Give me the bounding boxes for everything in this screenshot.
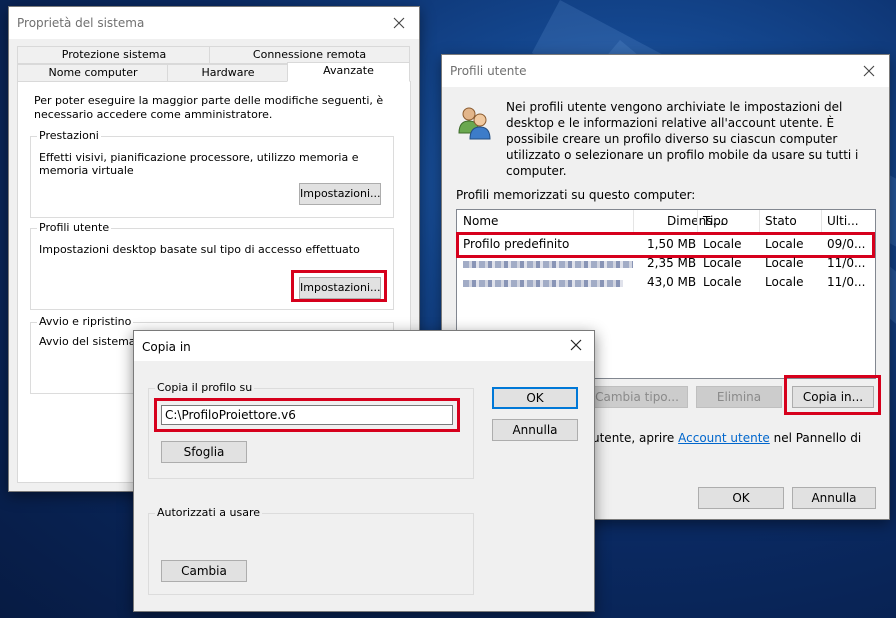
users-icon xyxy=(456,105,492,141)
row-size: 2,35 MB xyxy=(647,256,697,270)
startup-label: Avvio e ripristino xyxy=(37,315,134,328)
column-last-modified[interactable]: Ulti... xyxy=(827,214,859,228)
close-icon[interactable] xyxy=(389,13,409,33)
account-link[interactable]: Account utente xyxy=(678,431,770,445)
tab-hardware[interactable]: Hardware xyxy=(167,64,289,82)
cancel-button[interactable]: Annulla xyxy=(792,487,876,509)
admin-intro-text: Per poter eseguire la maggior parte dell… xyxy=(34,94,384,121)
profiles-list-label: Profili memorizzati su questo computer: xyxy=(456,188,696,202)
tab-computer-name[interactable]: Nome computer xyxy=(17,64,169,82)
cancel-button[interactable]: Annulla xyxy=(492,419,578,441)
tab-system-protection[interactable]: Protezione sistema xyxy=(17,46,211,64)
permitted-users-group: Autorizzati a usare Cambia xyxy=(148,506,474,595)
column-divider xyxy=(759,210,760,232)
user-profiles-label: Profili utente xyxy=(37,221,112,234)
copy-profile-group: Copia il profilo su Sfoglia xyxy=(148,381,474,479)
list-header: Nome Dimens... Tipo Stato Ulti... xyxy=(457,210,875,233)
browse-button[interactable]: Sfoglia xyxy=(161,441,247,463)
column-type[interactable]: Tipo xyxy=(703,214,728,228)
row-size: 43,0 MB xyxy=(647,275,697,289)
profiles-description: Nei profili utente vengono archiviate le… xyxy=(506,100,859,178)
copy-to-window: Copia in Copia il profilo su Sfoglia Aut… xyxy=(133,330,595,612)
table-row[interactable]: 43,0 MB Locale Locale 11/0... xyxy=(457,273,875,292)
row-type: Locale xyxy=(703,256,742,270)
column-status[interactable]: Stato xyxy=(765,214,797,228)
user-profiles-titlebar: Profili utente xyxy=(442,55,889,87)
window-title: Proprietà del sistema xyxy=(17,16,145,30)
column-name[interactable]: Nome xyxy=(463,214,498,228)
highlight-box xyxy=(784,375,881,415)
account-info-text: utente, aprire Account utente nel Pannel… xyxy=(592,431,862,445)
row-status: Locale xyxy=(765,275,804,289)
close-icon[interactable] xyxy=(566,335,586,355)
window-title: Copia in xyxy=(142,340,191,354)
performance-label: Prestazioni xyxy=(37,129,101,142)
performance-settings-button[interactable]: Impostazioni... xyxy=(299,183,381,205)
table-row[interactable]: 2,35 MB Locale Locale 11/0... xyxy=(457,254,875,273)
tab-advanced[interactable]: Avanzate xyxy=(287,62,410,82)
window-title: Profili utente xyxy=(450,64,527,78)
performance-text: Effetti visivi, pianificazione processor… xyxy=(39,151,359,177)
highlight-box xyxy=(291,270,387,302)
copy-to-titlebar: Copia in xyxy=(134,331,594,361)
column-divider xyxy=(697,210,698,232)
row-last: 11/0... xyxy=(827,256,866,270)
close-icon[interactable] xyxy=(859,61,879,81)
copy-profile-label: Copia il profilo su xyxy=(155,381,255,394)
row-type: Locale xyxy=(703,275,742,289)
row-status: Locale xyxy=(765,256,804,270)
row-last: 11/0... xyxy=(827,275,866,289)
user-profiles-group: Profili utente Impostazioni desktop basa… xyxy=(30,221,394,310)
column-divider xyxy=(821,210,822,232)
performance-group: Prestazioni Effetti visivi, pianificazio… xyxy=(30,129,394,218)
delete-button[interactable]: Elimina xyxy=(696,386,782,408)
change-button[interactable]: Cambia xyxy=(161,560,247,582)
user-profiles-text: Impostazioni desktop basate sul tipo di … xyxy=(39,243,360,256)
highlight-box xyxy=(154,398,460,432)
row-name-blurred xyxy=(463,256,633,271)
row-name-blurred xyxy=(463,275,623,290)
ok-button[interactable]: OK xyxy=(698,487,784,509)
change-type-button[interactable]: Cambia tipo... xyxy=(586,386,688,408)
system-properties-titlebar: Proprietà del sistema xyxy=(9,7,419,39)
permitted-label: Autorizzati a usare xyxy=(155,506,263,519)
ok-button[interactable]: OK xyxy=(492,387,578,409)
column-divider xyxy=(633,210,634,232)
